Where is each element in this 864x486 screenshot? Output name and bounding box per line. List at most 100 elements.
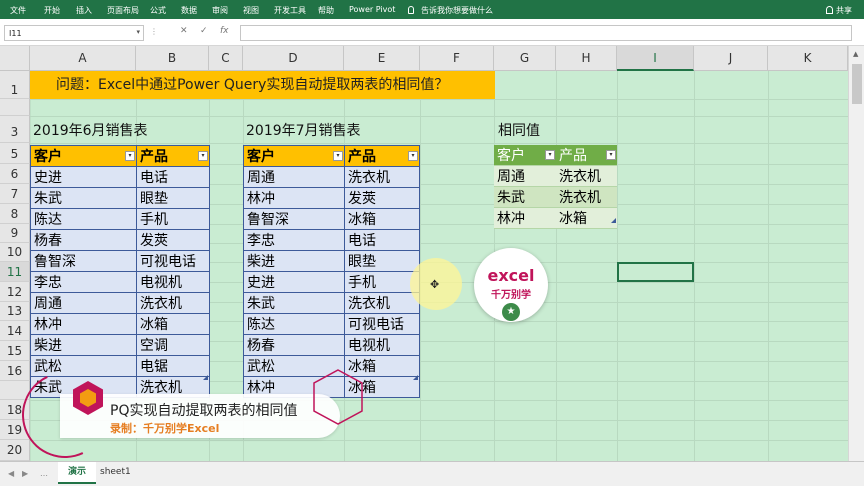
column-header-g[interactable]: G bbox=[494, 46, 556, 71]
cell[interactable]: 电锯 bbox=[136, 355, 210, 377]
formula-input[interactable] bbox=[240, 25, 852, 41]
sheet-tab-sheet1[interactable]: sheet1 bbox=[90, 462, 141, 484]
row-header-5[interactable]: 5 bbox=[0, 143, 30, 164]
tab-formulas[interactable]: 公式 bbox=[150, 5, 166, 16]
cell[interactable]: 可视电话 bbox=[136, 250, 210, 272]
row-header-14[interactable]: 14 bbox=[0, 321, 30, 341]
prev-sheet-icon[interactable]: ◀ bbox=[8, 469, 14, 478]
cell[interactable]: 李忠 bbox=[243, 229, 345, 251]
cell[interactable]: 杨春 bbox=[30, 229, 137, 251]
column-header-f[interactable]: F bbox=[420, 46, 494, 71]
row-header-2[interactable] bbox=[0, 99, 30, 116]
table1-header-customer[interactable]: 客户 ▾ bbox=[30, 145, 137, 167]
cell[interactable]: 电话 bbox=[136, 166, 210, 188]
cell[interactable]: 发莢 bbox=[136, 229, 210, 251]
cell[interactable]: 林冲 bbox=[30, 313, 137, 335]
cell[interactable]: 空调 bbox=[136, 334, 210, 356]
column-header-k[interactable]: K bbox=[768, 46, 848, 71]
tab-page-layout[interactable]: 页面布局 bbox=[107, 5, 139, 16]
vertical-scrollbar[interactable]: ▲ bbox=[848, 46, 864, 461]
tab-file[interactable]: 文件 bbox=[10, 5, 26, 16]
column-header-d[interactable]: D bbox=[243, 46, 344, 71]
tab-review[interactable]: 审阅 bbox=[212, 5, 228, 16]
cell[interactable]: 朱武 bbox=[30, 187, 137, 209]
column-header-b[interactable]: B bbox=[136, 46, 209, 71]
column-header-h[interactable]: H bbox=[556, 46, 617, 71]
tell-me-box[interactable]: 告诉我你想要做什么 bbox=[408, 5, 493, 16]
row-header-11[interactable]: 11 bbox=[0, 262, 30, 282]
select-all-corner[interactable] bbox=[0, 46, 30, 71]
filter-dropdown-icon[interactable]: ▾ bbox=[606, 150, 616, 160]
next-sheet-icon[interactable]: ▶ bbox=[22, 469, 28, 478]
cell[interactable]: 林冲 bbox=[243, 187, 345, 209]
insert-function-icon[interactable]: fx bbox=[220, 26, 229, 36]
cell[interactable]: 鲁智深 bbox=[30, 250, 137, 272]
tab-home[interactable]: 开始 bbox=[44, 5, 60, 16]
column-header-c[interactable]: C bbox=[209, 46, 243, 71]
cell[interactable]: 柴进 bbox=[30, 334, 137, 356]
row-header-8[interactable]: 8 bbox=[0, 204, 30, 224]
selected-cell[interactable] bbox=[617, 262, 694, 282]
scroll-up-icon[interactable]: ▲ bbox=[853, 50, 858, 58]
row-header-9[interactable]: 9 bbox=[0, 224, 30, 243]
cell[interactable]: 洗衣机 bbox=[556, 186, 617, 208]
tab-view[interactable]: 视图 bbox=[243, 5, 259, 16]
column-header-j[interactable]: J bbox=[694, 46, 768, 71]
cell[interactable]: 陈达 bbox=[30, 208, 137, 230]
cell[interactable]: 手机 bbox=[344, 271, 420, 293]
row-header-10[interactable]: 10 bbox=[0, 243, 30, 262]
row-header-7[interactable]: 7 bbox=[0, 184, 30, 204]
cell[interactable]: 周通 bbox=[30, 292, 137, 314]
scrollbar-thumb[interactable] bbox=[852, 64, 862, 104]
cell[interactable]: 冰箱 bbox=[556, 207, 617, 229]
cell[interactable]: 电视机 bbox=[136, 271, 210, 293]
cell[interactable]: 林冲 bbox=[494, 207, 556, 229]
table1-header-product[interactable]: 产品 ▾ bbox=[136, 145, 210, 167]
row-header-15[interactable]: 15 bbox=[0, 341, 30, 361]
row-header-6[interactable]: 6 bbox=[0, 164, 30, 184]
cell[interactable]: 洗衣机 bbox=[344, 292, 420, 314]
table2-header-product[interactable]: 产品 ▾ bbox=[344, 145, 420, 167]
cell[interactable]: 鲁智深 bbox=[243, 208, 345, 230]
cell[interactable]: 电视机 bbox=[344, 334, 420, 356]
cell[interactable]: 发莢 bbox=[344, 187, 420, 209]
cell[interactable]: 李忠 bbox=[30, 271, 137, 293]
table3-header-customer[interactable]: 客户 ▾ bbox=[494, 145, 556, 166]
column-header-e[interactable]: E bbox=[344, 46, 420, 71]
cell[interactable]: 杨春 bbox=[243, 334, 345, 356]
cell[interactable]: 陈达 bbox=[243, 313, 345, 335]
cell[interactable]: 周通 bbox=[243, 166, 345, 188]
filter-dropdown-icon[interactable]: ▾ bbox=[125, 151, 135, 161]
cell[interactable]: 柴进 bbox=[243, 250, 345, 272]
cell[interactable]: 朱武 bbox=[243, 292, 345, 314]
cell[interactable]: 周通 bbox=[494, 165, 556, 187]
cell[interactable]: 史进 bbox=[243, 271, 345, 293]
cell[interactable]: 电话 bbox=[344, 229, 420, 251]
cell[interactable]: 可视电话 bbox=[344, 313, 420, 335]
row-header-16[interactable]: 16 bbox=[0, 361, 30, 381]
cell[interactable]: 史进 bbox=[30, 166, 137, 188]
row-header-1[interactable]: 1 bbox=[0, 71, 30, 99]
tab-data[interactable]: 数据 bbox=[181, 5, 197, 16]
chevron-down-icon[interactable]: ▾ bbox=[136, 28, 140, 36]
row-header-3[interactable]: 3 bbox=[0, 116, 30, 143]
cell[interactable]: 冰箱 bbox=[136, 313, 210, 335]
row-header-13[interactable]: 13 bbox=[0, 302, 30, 321]
more-sheets-icon[interactable]: … bbox=[40, 469, 48, 478]
row-header-20[interactable]: 20 bbox=[0, 440, 30, 461]
cell[interactable]: 洗衣机 bbox=[136, 292, 210, 314]
filter-dropdown-icon[interactable]: ▾ bbox=[333, 151, 343, 161]
row-header-12[interactable]: 12 bbox=[0, 282, 30, 302]
cell[interactable]: 洗衣机 bbox=[556, 165, 617, 187]
cell[interactable]: 手机 bbox=[136, 208, 210, 230]
filter-dropdown-icon[interactable]: ▾ bbox=[545, 150, 555, 160]
tab-developer[interactable]: 开发工具 bbox=[274, 5, 306, 16]
cell[interactable]: 眼垫 bbox=[136, 187, 210, 209]
column-header-a[interactable]: A bbox=[30, 46, 136, 71]
cell[interactable]: 朱武 bbox=[494, 186, 556, 208]
enter-icon[interactable]: ✓ bbox=[200, 26, 208, 36]
tab-insert[interactable]: 插入 bbox=[76, 5, 92, 16]
tab-help[interactable]: 帮助 bbox=[318, 5, 334, 16]
name-box[interactable]: I11 ▾ bbox=[4, 25, 144, 41]
table3-header-product[interactable]: 产品 ▾ bbox=[556, 145, 617, 166]
